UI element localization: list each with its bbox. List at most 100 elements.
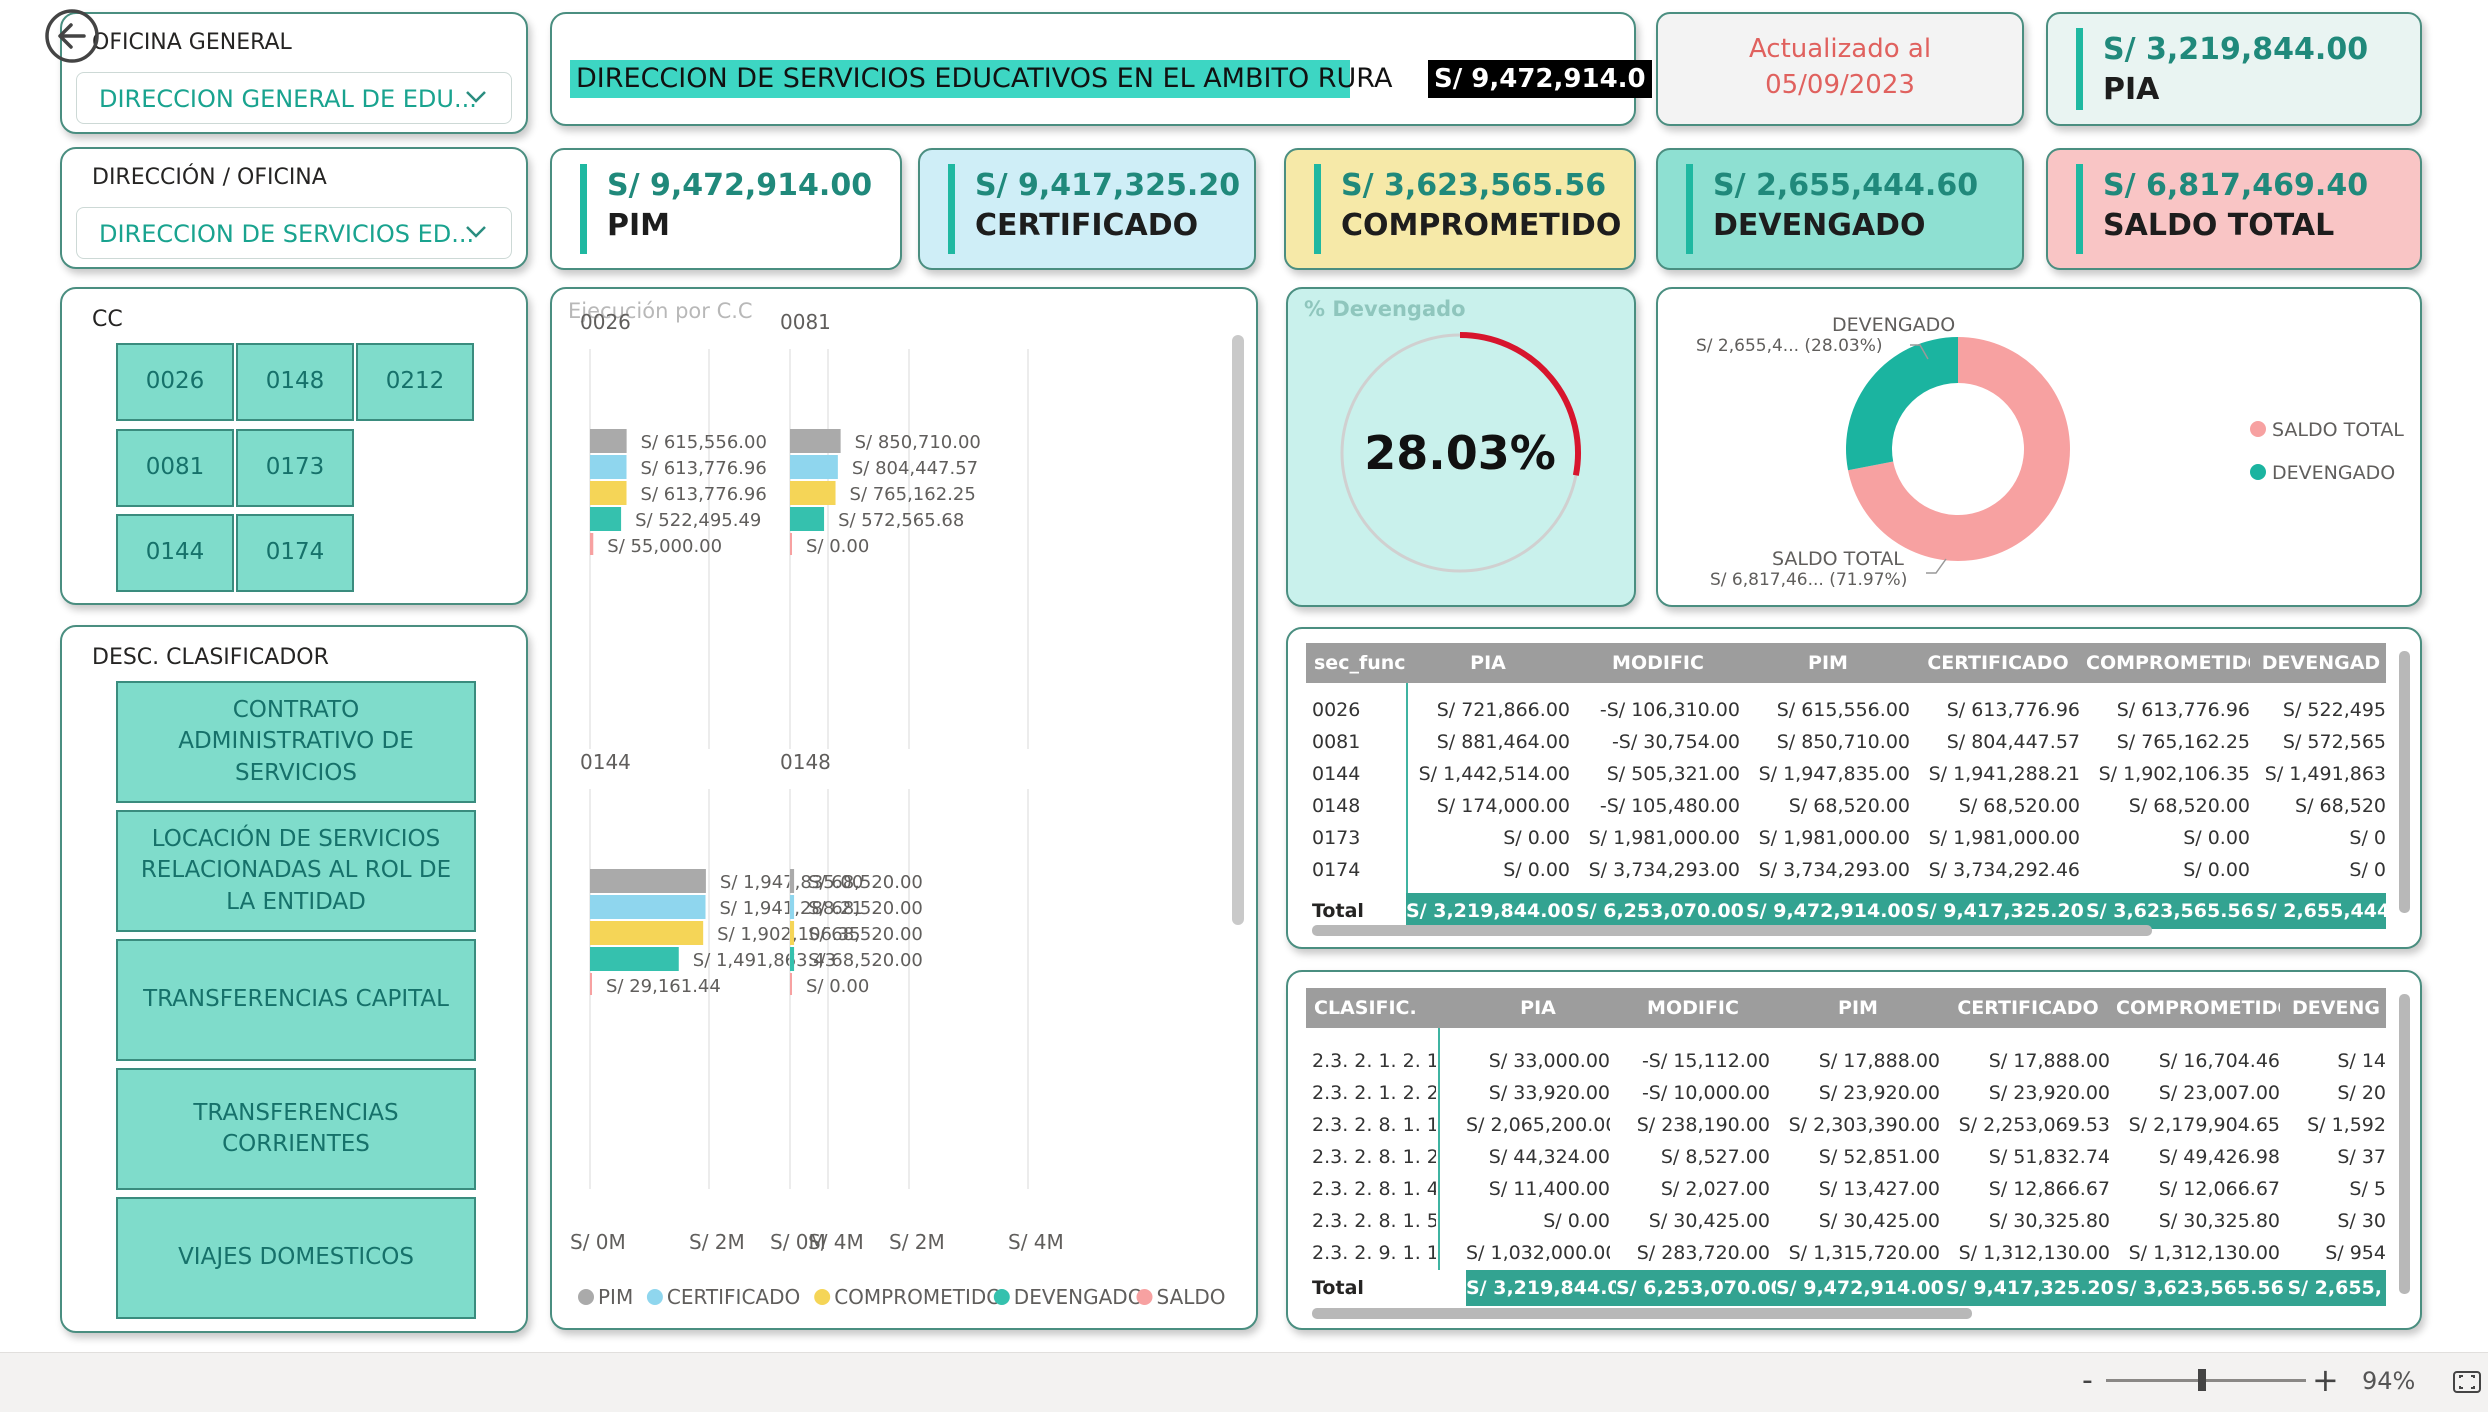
table-row[interactable]: 0081 S/ 881,464.00 -S/ 30,754.00 S/ 850,710… xyxy=(1306,727,2386,759)
table-cell: 2.3. 2. 8. 1. 4 xyxy=(1312,1178,1436,1200)
table-hscroll[interactable] xyxy=(1312,925,2152,936)
column-header[interactable]: MODIFIC xyxy=(1616,988,1770,1028)
column-header[interactable]: CERTIFICADO xyxy=(1946,988,2110,1028)
direccion-dropdown[interactable]: DIRECCION DE SERVICIOS ED... xyxy=(76,207,512,259)
total-cell: S/ 9,417,325.20 xyxy=(1916,893,2086,929)
table-cell: S/ 52,851.00 xyxy=(1818,1146,1940,1168)
table-cell: S/ 12,866.67 xyxy=(1988,1178,2110,1200)
slicer-title: DESC. CLASIFICADOR xyxy=(92,645,329,670)
data-label: S/ 68,520.00 xyxy=(808,872,923,893)
data-label: S/ 0.00 xyxy=(806,976,869,997)
table-cell: S/ 505,321.00 xyxy=(1606,763,1740,785)
table-cell: S/ 1,902,106.35 xyxy=(2098,763,2250,785)
kpi-value: S/ 3,219,844.00 xyxy=(2103,32,2369,67)
clasificador-tile[interactable]: CONTRATO ADMINISTRATIVO DE SERVICIOS xyxy=(116,681,476,803)
updated-card: Actualizado al 05/09/2023 xyxy=(1656,12,2024,126)
table-hscroll[interactable] xyxy=(1312,1308,1972,1319)
table-cell: 2.3. 2. 8. 1. 1 xyxy=(1312,1114,1436,1136)
column-header[interactable]: PIM xyxy=(1776,988,1940,1028)
cc-tile[interactable]: 0081 xyxy=(116,429,234,507)
legend-label: CERTIFICADO xyxy=(667,1285,800,1309)
cc-tile[interactable]: 0212 xyxy=(356,343,474,421)
cc-tile[interactable]: 0026 xyxy=(116,343,234,421)
table-row[interactable]: 2.3. 2. 8. 1. 5 S/ 0.00 S/ 30,425.00 S/ 30,… xyxy=(1306,1206,2386,1238)
column-header[interactable]: COMPROMETIDO xyxy=(2086,643,2250,683)
data-label: S/ 68,520.00 xyxy=(808,950,923,971)
column-header[interactable]: DEVENGAD xyxy=(2256,643,2386,683)
table-row[interactable]: 2.3. 2. 1. 2. 2 S/ 33,920.00 -S/ 10,000.00… xyxy=(1306,1078,2386,1110)
table-cell: S/ 0.00 xyxy=(1543,1210,1610,1232)
kpi-label: COMPROMETIDO xyxy=(1341,208,1622,243)
table-row[interactable]: 2.3. 2. 8. 1. 2 S/ 44,324.00 S/ 8,527.00 S/… xyxy=(1306,1142,2386,1174)
column-header[interactable]: DEVENG xyxy=(2286,988,2386,1028)
table-cell: S/ 613,776.96 xyxy=(1946,699,2080,721)
cc-tile[interactable]: 0148 xyxy=(236,343,354,421)
legend-label: PIM xyxy=(598,1285,633,1309)
table-vscroll[interactable] xyxy=(2399,651,2410,913)
zoom-out-button[interactable]: - xyxy=(2082,1363,2093,1398)
kpi-label: CERTIFICADO xyxy=(975,208,1199,243)
kpi-devengado-card: S/ 2,655,444.60 DEVENGADO xyxy=(1656,148,2024,270)
zoom-in-button[interactable]: + xyxy=(2312,1361,2339,1399)
total-cell: Total xyxy=(1306,893,1406,929)
table-cell: S/ 522,495 xyxy=(2282,699,2386,721)
column-header[interactable]: CERTIFICADO xyxy=(1916,643,2080,683)
sec-func-table: sec_func PIA MODIFIC PIM CERTIFICADO COMPROME… xyxy=(1306,643,2386,933)
table-cell: S/ 1,491,863 xyxy=(2264,763,2386,785)
kpi-label: SALDO TOTAL xyxy=(2103,208,2335,243)
table-row[interactable]: 2.3. 2. 8. 1. 1 S/ 2,065,200.00 S/ 238,190… xyxy=(1306,1110,2386,1142)
table-cell: S/ 68,520.00 xyxy=(1958,795,2080,817)
clasificador-tile[interactable]: TRANSFERENCIAS CAPITAL xyxy=(116,939,476,1061)
total-cell: S/ 2,655,444 xyxy=(2256,893,2386,929)
bar-pim xyxy=(590,869,706,893)
column-header[interactable]: sec_func xyxy=(1306,643,1406,683)
clasificador-tile[interactable]: LOCACIÓN DE SERVICIOS RELACIONADAS AL RO… xyxy=(116,810,476,932)
table-cell: 2.3. 2. 1. 2. 2 xyxy=(1312,1082,1436,1104)
table-row[interactable]: 0148 S/ 174,000.00 -S/ 105,480.00 S/ 68,520… xyxy=(1306,791,2386,823)
clasificador-tile[interactable]: TRANSFERENCIAS CORRIENTES xyxy=(116,1068,476,1190)
back-arrow-icon xyxy=(45,9,99,63)
x-tick-label: S/ 2M xyxy=(689,1230,745,1254)
table-row[interactable]: 0026 S/ 721,866.00 -S/ 106,310.00 S/ 615,55… xyxy=(1306,695,2386,727)
kpi-value: S/ 2,655,444.60 xyxy=(1713,168,1979,203)
column-header[interactable]: CLASIFIC. xyxy=(1306,988,1436,1028)
table-row[interactable]: 2.3. 2. 8. 1. 4 S/ 11,400.00 S/ 2,027.00 S/… xyxy=(1306,1174,2386,1206)
table-cell: S/ 30 xyxy=(2337,1210,2386,1232)
total-cell: S/ 3,219,844.00 xyxy=(1406,893,1576,929)
table-row[interactable]: 0144 S/ 1,442,514.00 S/ 505,321.00 S/ 1,947… xyxy=(1306,759,2386,791)
column-header[interactable]: MODIFIC xyxy=(1576,643,1740,683)
fit-to-page-icon[interactable] xyxy=(2452,1369,2482,1395)
table-cell: S/ 33,920.00 xyxy=(1488,1082,1610,1104)
zoom-slider-thumb[interactable] xyxy=(2198,1369,2206,1391)
table-row[interactable]: 2.3. 2. 9. 1. 1 S/ 1,032,000.00 S/ 283,720… xyxy=(1306,1238,2386,1270)
ejecucion-chart-card: Ejecución por C.C 0026 S/ 615,556.00 S/ 61… xyxy=(550,287,1258,1330)
x-tick-label: S/ 0M xyxy=(570,1230,626,1254)
bar-devengado xyxy=(790,947,795,971)
table-cell: S/ 17,888.00 xyxy=(1818,1050,1940,1072)
table-total-row: TotalS/ 3,219,844.00S/ 6,253,070.00S/ 9,… xyxy=(1306,893,2386,929)
data-label: S/ 68,520.00 xyxy=(808,924,923,945)
cc-tile[interactable]: 0144 xyxy=(116,514,234,592)
zoom-slider[interactable] xyxy=(2106,1369,2306,1391)
table-cell: S/ 17,888.00 xyxy=(1988,1050,2110,1072)
kpi-saldo-card: S/ 6,817,469.40 SALDO TOTAL xyxy=(2046,148,2422,270)
total-cell: S/ 3,623,565.56 xyxy=(2086,893,2256,929)
column-header[interactable]: PIA xyxy=(1466,988,1610,1028)
table-row[interactable]: 2.3. 2. 1. 2. 1 S/ 33,000.00 -S/ 15,112.00… xyxy=(1306,1046,2386,1078)
table-cell: S/ 174,000.00 xyxy=(1436,795,1570,817)
column-header[interactable]: PIA xyxy=(1406,643,1570,683)
bar-devengado xyxy=(590,947,679,971)
column-header[interactable]: PIM xyxy=(1746,643,1910,683)
table-cell: 0144 xyxy=(1312,763,1361,785)
clasificador-tile[interactable]: VIAJES DOMESTICOS xyxy=(116,1197,476,1319)
column-header[interactable]: COMPROMETIDO xyxy=(2116,988,2280,1028)
table-cell: S/ 30,325.80 xyxy=(2158,1210,2280,1232)
oficina-general-dropdown[interactable]: DIRECCION GENERAL DE EDU... xyxy=(76,72,512,124)
table-row[interactable]: 0173 S/ 0.00 S/ 1,981,000.00 S/ 1,981,000.0… xyxy=(1306,823,2386,855)
table-vscroll[interactable] xyxy=(2399,994,2410,1294)
table-row[interactable]: 0174 S/ 0.00 S/ 3,734,293.00 S/ 3,734,293.0… xyxy=(1306,855,2386,887)
back-button[interactable] xyxy=(44,8,100,64)
data-label: S/ 765,162.25 xyxy=(850,484,976,505)
cc-tile[interactable]: 0173 xyxy=(236,429,354,507)
cc-tile[interactable]: 0174 xyxy=(236,514,354,592)
